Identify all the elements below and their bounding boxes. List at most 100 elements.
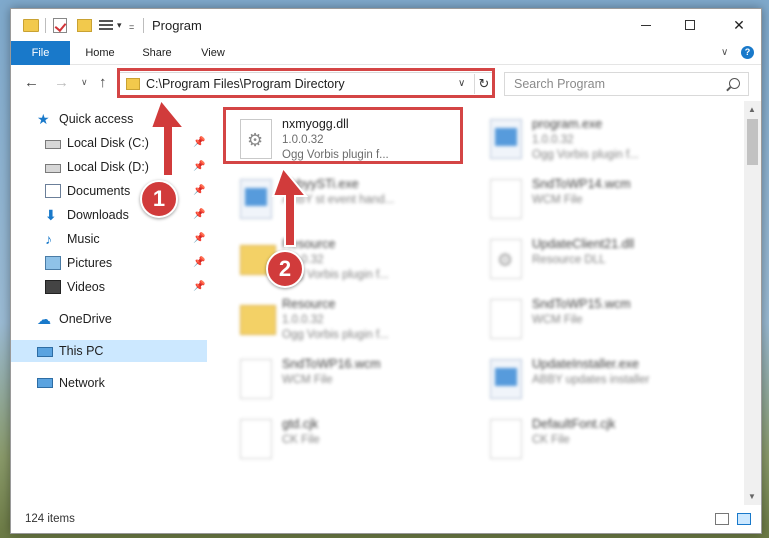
sidebar-item-label: Pictures: [67, 256, 113, 270]
documents-icon: [45, 184, 61, 198]
item-count: 124 items: [25, 513, 75, 525]
sidebar-item-downloads[interactable]: ⬇ Downloads 📌: [11, 204, 207, 226]
sidebar-item-videos[interactable]: Videos 📌: [11, 276, 207, 298]
file-item[interactable]: SndToWP16.wcm WCM File: [230, 351, 466, 407]
document-file-icon: [490, 179, 522, 219]
file-version: 1.0.0.32: [532, 134, 574, 146]
sidebar-item-local-disk-d[interactable]: Local Disk (D:) 📌: [11, 156, 207, 178]
details-view-icon[interactable]: [715, 513, 729, 525]
sidebar-item-label: Videos: [67, 280, 105, 294]
exe-file-icon: [490, 359, 522, 399]
file-item[interactable]: UpdateClient21.dll Resource DLL: [480, 231, 716, 287]
minimize-button[interactable]: [623, 9, 669, 41]
sidebar-item-local-disk-c[interactable]: Local Disk (C:) 📌: [11, 132, 207, 154]
file-name: UpdateClient21.dll: [532, 237, 635, 251]
file-item[interactable]: UpdateInstaller.exe ABBY updates install…: [480, 351, 716, 407]
folder-icon: [240, 305, 276, 335]
file-name: SndToWP14.wcm: [532, 177, 631, 191]
sidebar-item-label: Music: [67, 232, 100, 246]
search-input[interactable]: Search Program: [514, 77, 605, 91]
file-type: CK File: [532, 434, 570, 446]
file-description: Ogg Vorbis plugin f...: [532, 149, 639, 161]
file-type: WCM File: [282, 374, 333, 386]
document-file-icon: [240, 359, 272, 399]
properties-icon[interactable]: [99, 18, 113, 33]
disk-icon: [45, 140, 61, 149]
toolbar-divider: [143, 18, 144, 33]
scroll-up-icon[interactable]: ▲: [748, 105, 756, 114]
close-button[interactable]: ✕: [716, 9, 762, 41]
pin-icon[interactable]: 📌: [193, 209, 205, 220]
pin-icon[interactable]: 📌: [193, 257, 205, 268]
pin-icon[interactable]: 📌: [193, 161, 205, 172]
step-badge-1: 1: [140, 180, 178, 218]
file-item[interactable]: gtd.cjk CK File: [230, 411, 466, 467]
star-icon: ★: [37, 111, 50, 127]
forward-button[interactable]: →: [54, 74, 69, 91]
file-item[interactable]: SndToWP14.wcm WCM File: [480, 171, 716, 227]
file-name: Resource: [282, 237, 336, 251]
minimize-icon: [641, 24, 651, 26]
file-item[interactable]: SndToWP15.wcm WCM File: [480, 291, 716, 347]
file-name: program.exe: [532, 117, 603, 131]
file-name: SndToWP16.wcm: [282, 357, 381, 371]
maximize-icon: [685, 20, 695, 30]
vertical-scrollbar[interactable]: ▲ ▼: [744, 101, 761, 505]
pin-icon[interactable]: 📌: [193, 281, 205, 292]
status-bar: 124 items: [11, 505, 761, 533]
up-button[interactable]: ↑: [99, 74, 107, 91]
large-icons-view-icon[interactable]: [737, 513, 751, 525]
scroll-thumb[interactable]: [747, 119, 758, 165]
back-button[interactable]: ←: [24, 74, 39, 91]
sidebar-item-network[interactable]: Network: [11, 372, 207, 394]
file-description: Ogg Vorbis plugin f...: [282, 329, 389, 341]
customize-toolbar-icon[interactable]: =: [129, 22, 134, 32]
file-item[interactable]: AbbyySTi.exe ABBY st event hand...: [230, 171, 466, 227]
tab-share[interactable]: Share: [135, 41, 179, 65]
sidebar-item-music[interactable]: ♪ Music 📌: [11, 228, 207, 250]
sidebar-item-label: Local Disk (D:): [67, 160, 149, 174]
sidebar-item-label: Network: [59, 376, 105, 390]
sidebar-item-label: OneDrive: [59, 312, 112, 326]
sidebar-item-onedrive[interactable]: ☁ OneDrive: [11, 308, 207, 330]
file-description: Resource DLL: [532, 254, 606, 266]
music-icon: ♪: [45, 231, 52, 247]
pc-icon: [37, 346, 53, 357]
tab-home[interactable]: Home: [77, 41, 123, 65]
pin-icon[interactable]: 📌: [193, 233, 205, 244]
file-item[interactable]: Resource 1.0.0.32 Ogg Vorbis plugin f...: [230, 291, 466, 347]
search-icon[interactable]: [729, 78, 740, 89]
sidebar-item-pictures[interactable]: Pictures 📌: [11, 252, 207, 274]
tab-view[interactable]: View: [191, 41, 235, 65]
file-item[interactable]: program.exe 1.0.0.32 Ogg Vorbis plugin f…: [480, 111, 716, 167]
document-file-icon: [490, 299, 522, 339]
file-item[interactable]: DefaultFont.cjk CK File: [480, 411, 716, 467]
recent-locations-icon[interactable]: ∨: [81, 77, 88, 88]
help-icon[interactable]: ?: [741, 46, 754, 59]
expand-ribbon-icon[interactable]: ∨: [721, 47, 728, 58]
address-bar-highlight: [117, 68, 495, 98]
dll-file-icon: [490, 239, 522, 279]
file-item[interactable]: Resource 1.0.0.32 Ogg Vorbis plugin f...: [230, 231, 466, 287]
pin-icon[interactable]: 📌: [193, 137, 205, 148]
tab-file[interactable]: File: [11, 41, 70, 65]
pin-icon[interactable]: 📌: [193, 185, 205, 196]
sidebar-item-label: Documents: [67, 184, 131, 198]
videos-icon: [45, 280, 61, 294]
document-file-icon: [240, 419, 272, 459]
search-box[interactable]: Search Program: [504, 72, 749, 96]
new-folder-icon[interactable]: [77, 19, 92, 32]
sidebar-item-quick-access[interactable]: ★ Quick access: [11, 108, 207, 130]
quick-access-dropdown-icon[interactable]: ▾: [117, 20, 122, 31]
properties-check-icon[interactable]: [53, 18, 67, 33]
window-title: Program: [152, 18, 202, 33]
folder-icon: [23, 19, 39, 32]
title-bar: ▾ = Program ✕: [11, 9, 761, 41]
file-name: Resource: [282, 297, 336, 311]
maximize-button[interactable]: [667, 9, 713, 41]
step-badge-2: 2: [266, 250, 304, 288]
file-description: ABBY updates installer: [532, 374, 650, 386]
sidebar-item-this-pc[interactable]: This PC: [11, 340, 207, 362]
navigation-pane: ★ Quick access Local Disk (C:) 📌 Local D…: [11, 101, 211, 505]
scroll-down-icon[interactable]: ▼: [748, 492, 756, 501]
